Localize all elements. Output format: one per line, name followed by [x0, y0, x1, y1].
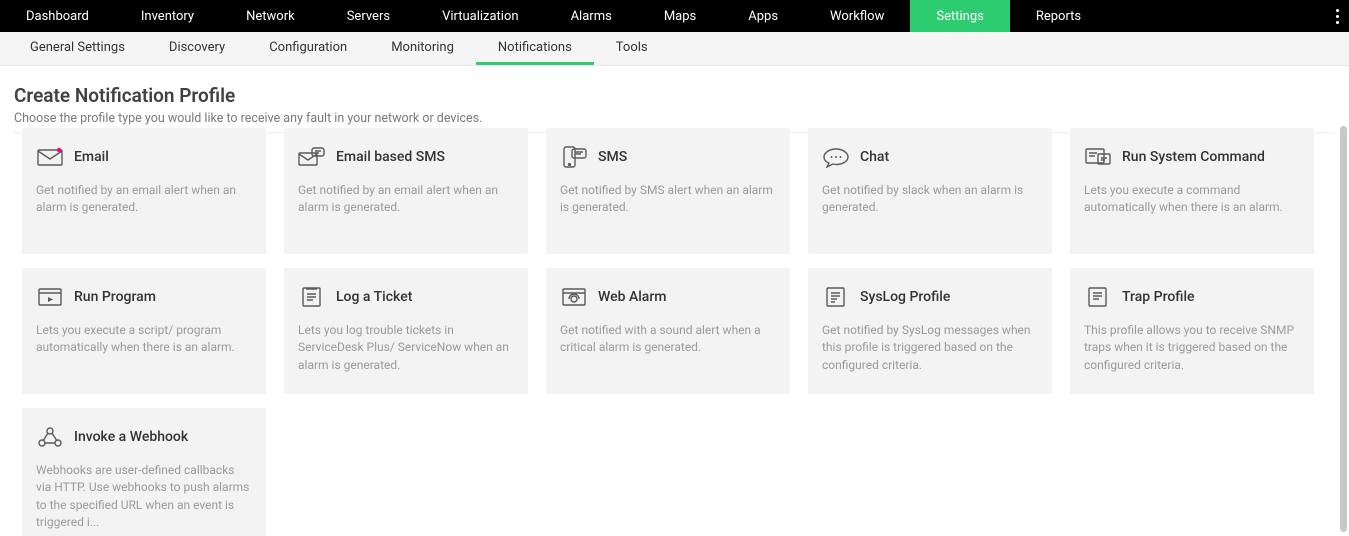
topnav-item-inventory[interactable]: Inventory: [115, 0, 220, 32]
card-title: Run System Command: [1122, 149, 1265, 165]
card-desc: Lets you execute a command automatically…: [1084, 182, 1300, 217]
profile-card-grid: Email Get notified by an email alert whe…: [22, 128, 1334, 536]
card-title: Invoke a Webhook: [74, 429, 188, 445]
syslog-icon: [822, 286, 850, 308]
subnav-item-general-settings[interactable]: General Settings: [8, 32, 147, 65]
topnav-item-virtualization[interactable]: Virtualization: [416, 0, 545, 32]
subnav-item-tools[interactable]: Tools: [594, 32, 670, 65]
card-log-a-ticket[interactable]: Log a Ticket Lets you log trouble ticket…: [284, 268, 528, 394]
card-desc: Get notified with a sound alert when a c…: [560, 322, 776, 357]
overflow-menu-button[interactable]: [1336, 0, 1339, 32]
topnav-item-apps[interactable]: Apps: [722, 0, 804, 32]
card-title: Trap Profile: [1122, 289, 1195, 305]
card-title: Log a Ticket: [336, 289, 412, 305]
card-email[interactable]: Email Get notified by an email alert whe…: [22, 128, 266, 254]
card-email-based-sms[interactable]: Email based SMS Get notified by an email…: [284, 128, 528, 254]
topnav-item-servers[interactable]: Servers: [321, 0, 416, 32]
card-title: SysLog Profile: [860, 289, 950, 305]
card-desc: Lets you execute a script/ program autom…: [36, 322, 252, 357]
card-title: Web Alarm: [598, 289, 667, 305]
topnav-item-alarms[interactable]: Alarms: [545, 0, 638, 32]
email-sms-icon: [298, 146, 326, 168]
card-desc: Webhooks are user-defined callbacks via …: [36, 462, 252, 532]
program-icon: [36, 286, 64, 308]
email-icon: [36, 146, 64, 168]
card-title: Chat: [860, 149, 889, 165]
card-title: SMS: [598, 149, 627, 165]
card-syslog-profile[interactable]: SysLog Profile Get notified by SysLog me…: [808, 268, 1052, 394]
subnav-item-monitoring[interactable]: Monitoring: [369, 32, 476, 65]
card-run-system-command[interactable]: Run System Command Lets you execute a co…: [1070, 128, 1314, 254]
sms-icon: [560, 146, 588, 168]
card-web-alarm[interactable]: Web Alarm Get notified with a sound aler…: [546, 268, 790, 394]
command-icon: [1084, 146, 1112, 168]
subnav-item-notifications[interactable]: Notifications: [476, 32, 594, 65]
webhook-icon: [36, 426, 64, 448]
sub-nav: General Settings Discovery Configuration…: [0, 32, 1349, 66]
subnav-item-configuration[interactable]: Configuration: [247, 32, 369, 65]
alarm-icon: [560, 286, 588, 308]
card-desc: Get notified by slack when an alarm is g…: [822, 182, 1038, 217]
card-sms[interactable]: SMS Get notified by SMS alert when an al…: [546, 128, 790, 254]
top-nav: Dashboard Inventory Network Servers Virt…: [0, 0, 1349, 32]
trap-icon: [1084, 286, 1112, 308]
chat-icon: [822, 146, 850, 168]
card-desc: This profile allows you to receive SNMP …: [1084, 322, 1300, 374]
card-desc: Get notified by SysLog messages when thi…: [822, 322, 1038, 374]
kebab-icon: [1336, 7, 1339, 25]
scrollbar[interactable]: [1340, 126, 1347, 532]
scrollbar-thumb[interactable]: [1340, 126, 1347, 532]
card-run-program[interactable]: Run Program Lets you execute a script/ p…: [22, 268, 266, 394]
card-invoke-webhook[interactable]: Invoke a Webhook Webhooks are user-defin…: [22, 408, 266, 536]
card-desc: Lets you log trouble tickets in ServiceD…: [298, 322, 514, 374]
topnav-item-dashboard[interactable]: Dashboard: [0, 0, 115, 32]
card-chat[interactable]: Chat Get notified by slack when an alarm…: [808, 128, 1052, 254]
page-title: Create Notification Profile: [14, 84, 1335, 107]
ticket-icon: [298, 286, 326, 308]
card-desc: Get notified by SMS alert when an alarm …: [560, 182, 776, 217]
topnav-item-workflow[interactable]: Workflow: [804, 0, 910, 32]
topnav-item-reports[interactable]: Reports: [1010, 0, 1107, 32]
card-title: Email based SMS: [336, 149, 445, 165]
topnav-item-maps[interactable]: Maps: [638, 0, 722, 32]
card-trap-profile[interactable]: Trap Profile This profile allows you to …: [1070, 268, 1314, 394]
card-desc: Get notified by an email alert when an a…: [298, 182, 514, 217]
card-title: Email: [74, 149, 109, 165]
topnav-item-network[interactable]: Network: [220, 0, 321, 32]
topnav-item-settings[interactable]: Settings: [910, 0, 1009, 32]
card-desc: Get notified by an email alert when an a…: [36, 182, 252, 217]
profile-card-grid-container: Email Get notified by an email alert whe…: [0, 122, 1338, 536]
subnav-item-discovery[interactable]: Discovery: [147, 32, 247, 65]
card-title: Run Program: [74, 289, 156, 305]
